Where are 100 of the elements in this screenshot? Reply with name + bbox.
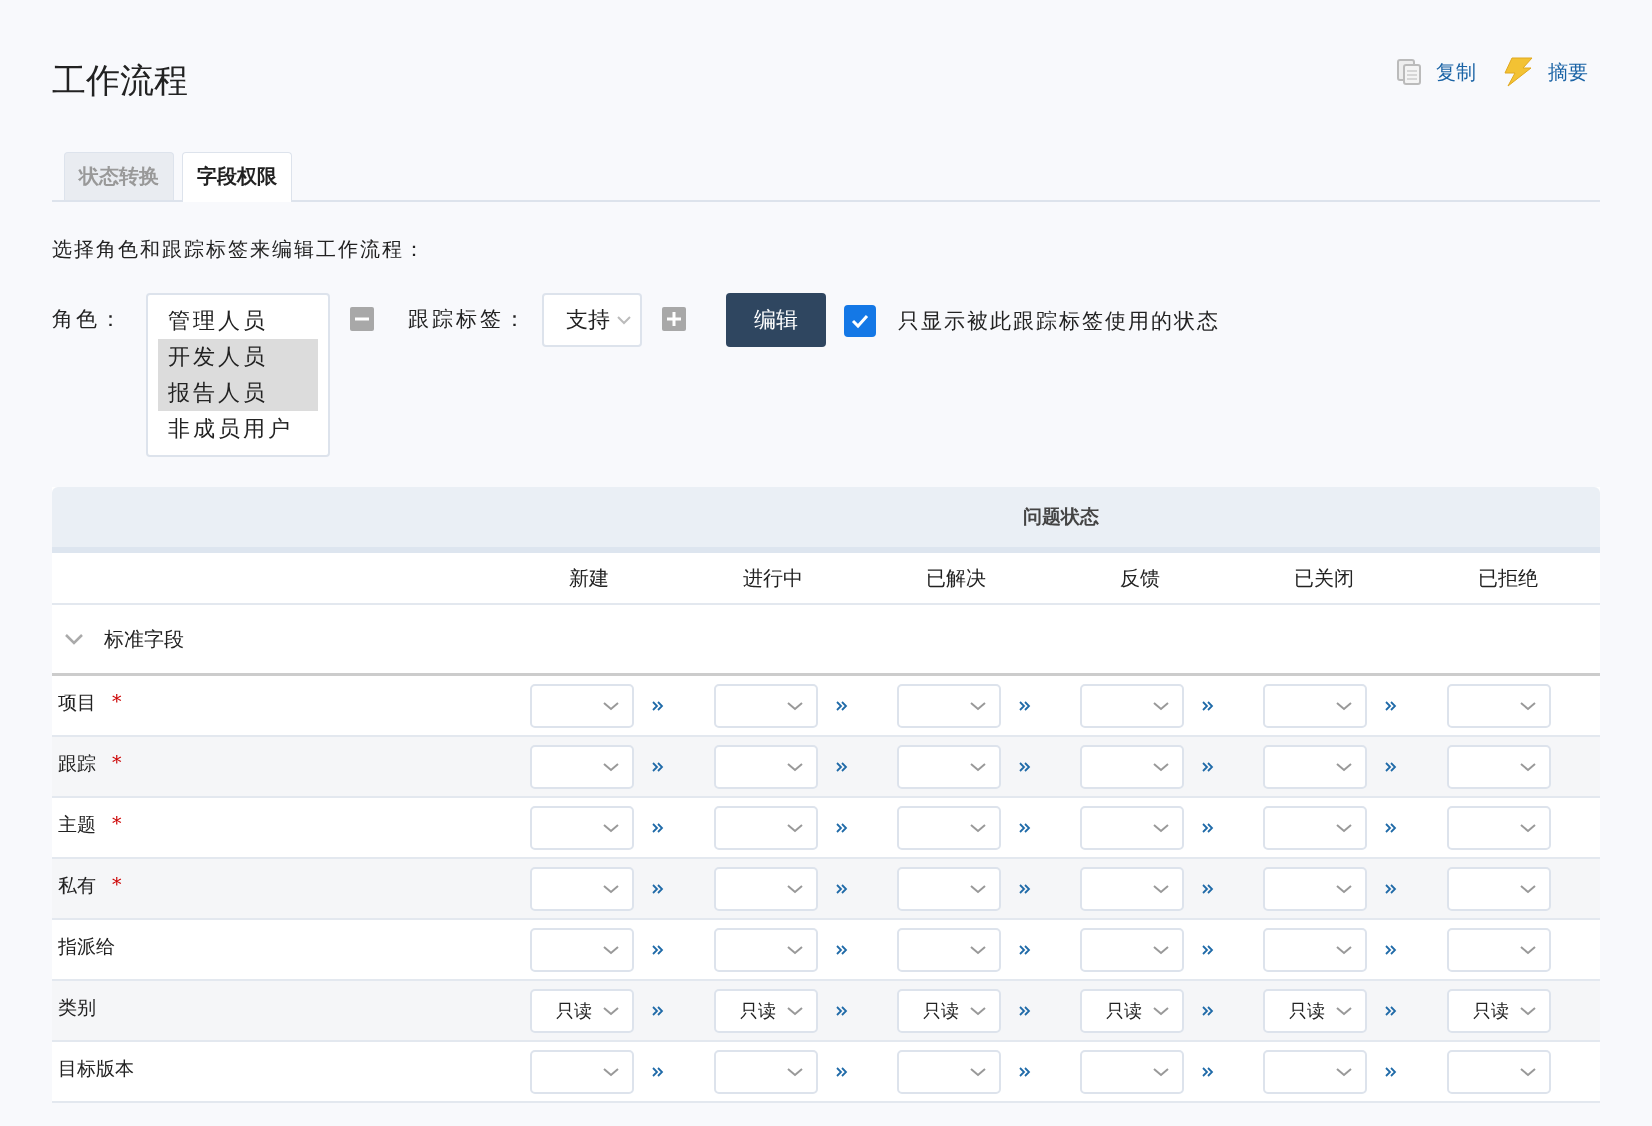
action-link[interactable]: 复制	[1436, 58, 1476, 86]
checkbox[interactable]	[844, 305, 876, 337]
tab[interactable]: 字段权限	[182, 152, 292, 202]
role-listbox[interactable]: 管理人员 开发人员 报告人员 非成员用户	[146, 293, 330, 457]
double-chevron-icon[interactable]	[835, 821, 848, 834]
permission-select[interactable]	[1080, 683, 1185, 728]
permission-select[interactable]	[1446, 1049, 1551, 1094]
role-option[interactable]: 开发人员	[158, 339, 318, 375]
role-option[interactable]: 管理人员	[158, 303, 318, 339]
permission-select[interactable]	[1080, 927, 1185, 972]
permission-select[interactable]	[1446, 927, 1551, 972]
permission-select[interactable]	[530, 744, 635, 789]
permission-select[interactable]	[1446, 805, 1551, 850]
double-chevron-icon[interactable]	[835, 1004, 848, 1017]
permission-select[interactable]	[530, 683, 635, 728]
chevron-down-icon[interactable]	[64, 633, 84, 645]
copy-icon[interactable]	[1396, 58, 1422, 86]
plus-icon[interactable]	[662, 307, 686, 331]
double-chevron-icon[interactable]	[835, 760, 848, 773]
permission-select[interactable]	[1080, 1049, 1185, 1094]
double-chevron-icon[interactable]	[1385, 943, 1398, 956]
lightning-icon[interactable]	[1502, 57, 1534, 87]
permission-select[interactable]	[896, 866, 1001, 911]
permission-select[interactable]	[896, 805, 1001, 850]
double-chevron-icon[interactable]	[1202, 1065, 1215, 1078]
required-mark: *	[112, 690, 122, 714]
double-chevron-icon[interactable]	[652, 760, 665, 773]
permission-select[interactable]	[1263, 1049, 1368, 1094]
permission-select[interactable]	[530, 1049, 635, 1094]
permission-select[interactable]	[1263, 805, 1368, 850]
double-chevron-icon[interactable]	[1018, 1065, 1031, 1078]
double-chevron-icon[interactable]	[652, 699, 665, 712]
permission-select[interactable]: 只读	[530, 988, 635, 1033]
double-chevron-icon[interactable]	[1202, 943, 1215, 956]
double-chevron-icon[interactable]	[1202, 821, 1215, 834]
permission-select[interactable]: 只读	[1080, 988, 1185, 1033]
permission-select[interactable]	[896, 1049, 1001, 1094]
double-chevron-icon[interactable]	[1385, 1004, 1398, 1017]
double-chevron-icon[interactable]	[1385, 821, 1398, 834]
double-chevron-icon[interactable]	[1202, 760, 1215, 773]
permission-select[interactable]	[1263, 744, 1368, 789]
double-chevron-icon[interactable]	[652, 821, 665, 834]
double-chevron-icon[interactable]	[1202, 699, 1215, 712]
permission-select[interactable]: 只读	[1446, 988, 1551, 1033]
double-chevron-icon[interactable]	[652, 1004, 665, 1017]
double-chevron-icon[interactable]	[835, 699, 848, 712]
double-chevron-icon[interactable]	[1018, 1004, 1031, 1017]
double-chevron-icon[interactable]	[1018, 760, 1031, 773]
double-chevron-icon[interactable]	[1385, 1065, 1398, 1078]
column-header: 新建	[567, 564, 610, 592]
double-chevron-icon[interactable]	[1018, 821, 1031, 834]
permission-select[interactable]: 只读	[1263, 988, 1368, 1033]
permission-select[interactable]	[896, 683, 1001, 728]
permission-select[interactable]	[713, 1049, 818, 1094]
permission-select[interactable]: 只读	[713, 988, 818, 1033]
role-option[interactable]: 非成员用户	[158, 411, 318, 447]
permission-select[interactable]	[1263, 866, 1368, 911]
tracker-select[interactable]: 支持	[542, 293, 642, 347]
permission-select[interactable]	[713, 866, 818, 911]
chevron-down-icon	[1152, 700, 1171, 711]
field-label: 主题	[58, 812, 96, 837]
double-chevron-icon[interactable]	[652, 1065, 665, 1078]
permission-select[interactable]	[1080, 744, 1185, 789]
permission-select[interactable]	[713, 744, 818, 789]
double-chevron-icon[interactable]	[652, 882, 665, 895]
action-link[interactable]: 摘要	[1548, 58, 1588, 86]
double-chevron-icon[interactable]	[835, 1065, 848, 1078]
minus-icon[interactable]	[350, 307, 374, 331]
permission-select[interactable]: 只读	[896, 988, 1001, 1033]
permission-select[interactable]	[896, 927, 1001, 972]
permission-select[interactable]	[896, 744, 1001, 789]
double-chevron-icon[interactable]	[1202, 882, 1215, 895]
double-chevron-icon[interactable]	[1385, 699, 1398, 712]
permission-select[interactable]	[530, 805, 635, 850]
permission-select[interactable]	[1446, 744, 1551, 789]
double-chevron-icon[interactable]	[1385, 882, 1398, 895]
permission-select[interactable]	[1080, 805, 1185, 850]
double-chevron-icon[interactable]	[1202, 1004, 1215, 1017]
double-chevron-icon[interactable]	[1018, 943, 1031, 956]
double-chevron-icon[interactable]	[1385, 760, 1398, 773]
role-option[interactable]: 报告人员	[158, 375, 318, 411]
permission-select[interactable]	[1446, 683, 1551, 728]
permission-select[interactable]	[713, 683, 818, 728]
edit-button[interactable]: 编辑	[726, 293, 826, 347]
double-chevron-icon[interactable]	[652, 943, 665, 956]
permission-select[interactable]	[530, 866, 635, 911]
chevron-down-icon	[602, 700, 621, 711]
double-chevron-icon[interactable]	[1018, 699, 1031, 712]
double-chevron-icon[interactable]	[835, 882, 848, 895]
permission-select[interactable]	[530, 927, 635, 972]
chevron-down-icon	[1152, 761, 1171, 772]
permission-select[interactable]	[1263, 927, 1368, 972]
permission-select[interactable]	[1446, 866, 1551, 911]
double-chevron-icon[interactable]	[835, 943, 848, 956]
chevron-down-icon	[968, 700, 987, 711]
permission-select[interactable]	[713, 927, 818, 972]
permission-select[interactable]	[1263, 683, 1368, 728]
double-chevron-icon[interactable]	[1018, 882, 1031, 895]
permission-select[interactable]	[713, 805, 818, 850]
permission-select[interactable]	[1080, 866, 1185, 911]
